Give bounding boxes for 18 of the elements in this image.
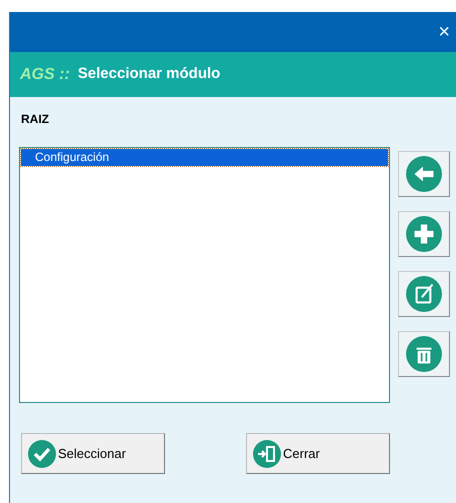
- edit-button[interactable]: [398, 271, 450, 317]
- add-button[interactable]: [398, 211, 450, 257]
- arrow-left-icon: [405, 155, 443, 193]
- close-button[interactable]: ×: [434, 22, 454, 42]
- brand-label: AGS ::: [20, 64, 70, 84]
- plus-icon: [405, 215, 443, 253]
- close-button[interactable]: Cerrar: [246, 433, 390, 474]
- dialog-title: Seleccionar módulo: [78, 64, 220, 84]
- exit-door-icon: [252, 438, 282, 468]
- module-list[interactable]: Configuración: [19, 147, 390, 403]
- trash-icon: [405, 335, 443, 373]
- path-label: RAIZ: [21, 112, 49, 126]
- list-item[interactable]: Configuración: [21, 149, 388, 166]
- edit-icon: [405, 275, 443, 313]
- delete-button[interactable]: [398, 331, 450, 377]
- check-icon: [27, 438, 57, 468]
- back-button[interactable]: [398, 151, 450, 197]
- select-button[interactable]: Seleccionar: [21, 433, 165, 474]
